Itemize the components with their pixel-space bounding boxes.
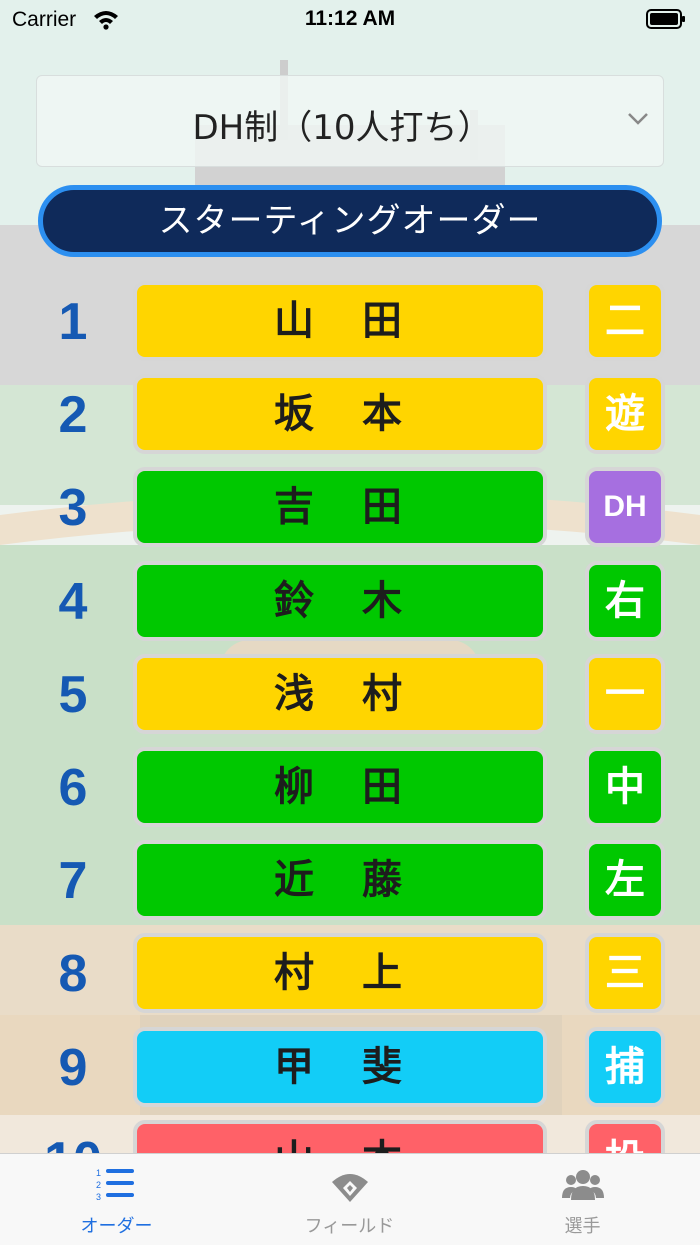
dh-rule-dropdown[interactable]: DH制（10人打ち） — [36, 75, 664, 167]
position-label: 左 — [605, 857, 645, 904]
position-label: 三 — [605, 950, 645, 997]
batting-order-number: 2 — [58, 386, 88, 445]
lineup-row: 1 山 田 二 — [0, 281, 700, 363]
position-label: DH — [603, 490, 647, 524]
numbered-list-icon: 1 2 3 — [96, 1168, 134, 1202]
lineup-row: 2 坂 本 遊 — [0, 374, 700, 456]
lineup-row: 10 山 本 投 — [0, 1119, 700, 1153]
tab-field-label: フィールド — [304, 1216, 395, 1237]
position-button[interactable]: 遊 — [585, 374, 665, 455]
position-button[interactable]: 二 — [585, 281, 665, 361]
player-name: 甲 斐 — [274, 1043, 406, 1090]
player-name: 吉 田 — [274, 484, 406, 531]
position-button[interactable]: 三 — [585, 933, 665, 1014]
position-label: 一 — [605, 670, 645, 717]
tab-field[interactable]: フィールド — [233, 1154, 466, 1245]
player-name: 柳 田 — [274, 764, 406, 810]
lineup-row: 3 吉 田 DH — [0, 467, 700, 549]
lineup-row: 4 鈴 木 右 — [0, 560, 700, 643]
starting-lineup-header: スターティングオーダー — [38, 185, 662, 257]
batting-order-number: 5 — [58, 665, 88, 724]
lineup-row: 9 甲 斐 捕 — [0, 1026, 700, 1109]
player-name: 浅 村 — [274, 670, 406, 717]
position-button[interactable]: 中 — [585, 747, 665, 827]
player-name: 鈴 木 — [274, 577, 406, 624]
player-name: 坂 本 — [274, 391, 406, 438]
position-label: 二 — [605, 298, 645, 344]
tab-players[interactable]: 選手 — [466, 1154, 699, 1245]
position-button[interactable]: 右 — [585, 560, 665, 641]
lineup-row: 7 近 藤 左 — [0, 840, 700, 922]
batting-order-number: 4 — [58, 572, 88, 631]
player-name-button[interactable]: 鈴 木 — [133, 560, 547, 641]
tab-players-label: 選手 — [564, 1216, 601, 1237]
tab-order-label: オーダー — [80, 1216, 153, 1237]
tab-order[interactable]: 1 2 3 オーダー — [0, 1154, 233, 1245]
player-name-button[interactable]: 柳 田 — [133, 747, 547, 827]
svg-text:1: 1 — [96, 1168, 101, 1178]
svg-text:3: 3 — [96, 1192, 101, 1202]
battery-icon — [646, 9, 685, 29]
field-diamond-icon — [332, 1174, 368, 1202]
position-button[interactable]: 捕 — [585, 1026, 665, 1107]
lineup-list: 1 山 田 二 2 坂 本 遊 3 吉 田 DH 4 鈴 木 右 5 浅 村 一 6 柳 田 中 7 近 藤 左 8 村 上… — [0, 0, 700, 1153]
player-name: 近 藤 — [274, 857, 406, 904]
position-label: 捕 — [605, 1043, 645, 1090]
player-name-button[interactable]: 坂 本 — [133, 374, 547, 455]
player-name-button[interactable]: 甲 斐 — [133, 1026, 547, 1107]
lineup-row: 8 村 上 三 — [0, 933, 700, 1015]
player-name-button[interactable]: 浅 村 — [133, 653, 547, 734]
position-button[interactable]: DH — [585, 467, 665, 548]
batting-order-number: 3 — [58, 479, 88, 538]
lineup-row: 5 浅 村 一 — [0, 653, 700, 736]
batting-order-number: 1 — [58, 293, 88, 351]
chevron-down-icon — [628, 113, 648, 125]
clock: 11:12 AM — [304, 7, 396, 30]
position-label: 遊 — [605, 391, 645, 438]
batting-order-number: 9 — [58, 1038, 88, 1097]
player-name: 山 本 — [137, 1124, 543, 1153]
batting-order-number: 6 — [58, 759, 88, 817]
batting-order-number: 10 — [34, 1122, 112, 1153]
player-name-button[interactable]: 村 上 — [133, 933, 547, 1014]
batting-order-number: 8 — [58, 945, 88, 1004]
position-button[interactable]: 一 — [585, 653, 665, 734]
lineup-row: 6 柳 田 中 — [0, 747, 700, 829]
batting-order-number: 7 — [58, 852, 88, 911]
player-name-button[interactable]: 山 田 — [133, 281, 547, 361]
dh-rule-value: DH制（10人打ち） — [192, 108, 492, 148]
player-name-button[interactable]: 吉 田 — [133, 467, 547, 548]
players-group-icon — [562, 1170, 604, 1200]
tab-bar: 1 2 3 オーダー フィールド 選手 — [0, 1153, 700, 1245]
player-name: 山 田 — [274, 298, 406, 344]
player-name-button[interactable]: 山 本 — [133, 1119, 547, 1153]
player-name: 村 上 — [274, 950, 406, 997]
status-bar: Carrier 11:12 AM — [0, 0, 700, 40]
position-label: 右 — [605, 577, 645, 624]
svg-text:2: 2 — [96, 1180, 101, 1190]
position-button[interactable]: 左 — [585, 840, 665, 921]
position-button[interactable]: 投 — [585, 1119, 665, 1153]
player-name-button[interactable]: 近 藤 — [133, 840, 547, 921]
position-label: 投 — [589, 1124, 661, 1153]
position-label: 中 — [605, 764, 645, 810]
